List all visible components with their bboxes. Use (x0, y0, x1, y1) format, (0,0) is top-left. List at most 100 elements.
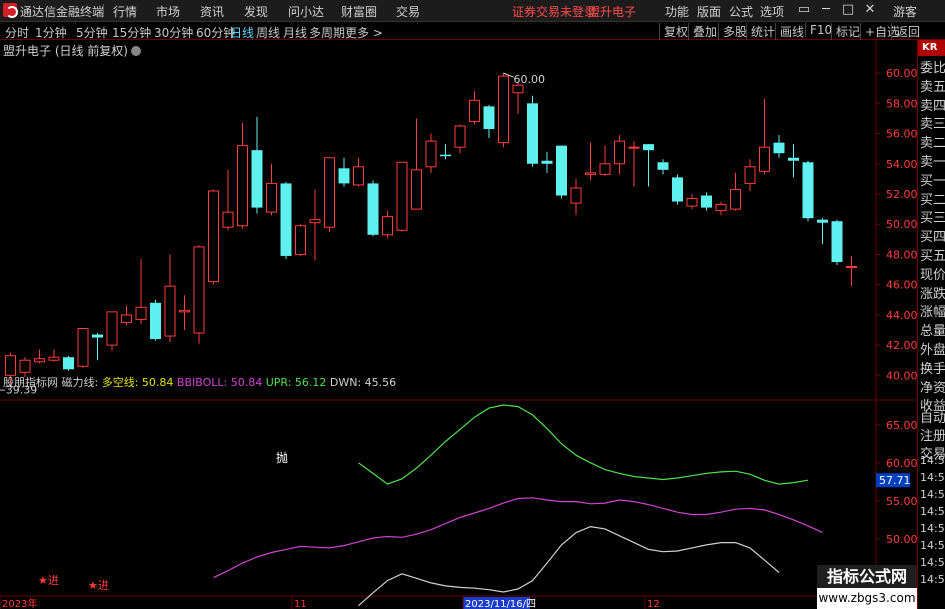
tool-adjust[interactable]: 复权 (659, 23, 688, 40)
candle-body (367, 183, 379, 235)
period-1min[interactable]: 1分钟 (35, 24, 67, 41)
menu-wealth[interactable]: 财富圈 (341, 3, 377, 20)
app-logo (3, 3, 18, 18)
login-notice[interactable]: 证券交易未登录 (512, 3, 596, 20)
side-trade-time: 14:55 (920, 454, 945, 467)
menu-markets[interactable]: 市场 (156, 3, 180, 20)
side-trade-time: 14:55 (920, 471, 945, 484)
user-guest[interactable]: 游客 (893, 3, 917, 20)
price-tick-label: 44.00 (886, 309, 917, 322)
settings-icon[interactable] (131, 46, 141, 56)
menu-news[interactable]: 资讯 (200, 3, 224, 20)
menu-functions[interactable]: 功能 (665, 3, 689, 20)
close-icon[interactable]: ✕ (862, 2, 878, 18)
candle-body (730, 188, 741, 210)
menu-divider (103, 4, 104, 17)
indicator-duo-label: 多空线: 50.84 (101, 376, 174, 389)
side-trade-time: 14:56 (920, 505, 945, 518)
candle-body (802, 162, 814, 219)
high-price-label: 60.00 (514, 73, 546, 86)
tool-multi-stock[interactable]: 多股 (718, 23, 747, 40)
side-field-label: 卖二 (920, 136, 945, 152)
period-intraday[interactable]: 分时 (5, 24, 29, 41)
candle-body (817, 219, 828, 223)
indicator-dwn-label: DWN: 45.56 (329, 376, 397, 389)
candle-body (411, 169, 422, 210)
menu-layout[interactable]: 版面 (697, 3, 721, 20)
tool-draw[interactable]: 画线 (775, 23, 804, 40)
candle-body (222, 211, 234, 228)
side-field-label: 委比 (920, 61, 945, 76)
period-15min[interactable]: 15分钟 (112, 24, 151, 41)
menu-assistant[interactable]: 问小达 (288, 3, 324, 20)
period-daily[interactable]: 日线 (230, 24, 254, 41)
tool-overlay[interactable]: 叠加 (688, 23, 717, 40)
candle-body (396, 161, 408, 231)
side-trade-time: 14:56 (920, 488, 945, 501)
top-menu-bar: 通达信金融终端 行情 市场 资讯 发现 问小达 财富圈 交易 证券交易未登录 盟… (0, 0, 945, 22)
period-more[interactable]: 更多 > (345, 24, 383, 41)
candle-body (715, 204, 727, 212)
price-tick-label: 40.00 (886, 369, 917, 382)
maximize-icon[interactable]: □ (840, 2, 856, 18)
candle-body (353, 166, 364, 186)
menu-formula[interactable]: 公式 (729, 3, 753, 20)
candle-body (34, 358, 45, 363)
tool-back[interactable]: 返回 (891, 23, 920, 40)
side-trade-time: 14:56 (920, 556, 945, 569)
period-monthly[interactable]: 月线 (283, 24, 307, 41)
indicator-name[interactable]: 股朋指标网 磁力线: (3, 376, 98, 389)
period-5min[interactable]: 5分钟 (76, 24, 108, 41)
expand-icon[interactable]: ▭ (796, 2, 812, 18)
side-tab[interactable]: KR (918, 40, 945, 56)
side-field-label: 买三 (920, 211, 945, 227)
menu-market[interactable]: 行情 (113, 3, 137, 20)
candle-body (628, 146, 640, 149)
side-field-label: 买二 (920, 192, 945, 208)
candle-body (643, 144, 654, 151)
indicator-tick-label: 65.00 (886, 419, 917, 432)
candle-body (295, 225, 306, 255)
price-tick-label: 48.00 (886, 248, 917, 261)
period-30min[interactable]: 30分钟 (154, 24, 193, 41)
period-weekly[interactable]: 周线 (256, 24, 280, 41)
side-trade-time: 14:56 (920, 573, 945, 586)
menu-discover[interactable]: 发现 (244, 3, 268, 20)
side-field-label: 卖一 (920, 155, 945, 170)
candle-body (831, 221, 843, 262)
candle-body (527, 103, 538, 164)
candle-body (541, 160, 553, 164)
side-field-label: 买四 (920, 230, 945, 246)
menu-trade[interactable]: 交易 (396, 3, 420, 20)
candle-body (106, 311, 118, 346)
candle-body (425, 140, 437, 168)
period-toolbar: 分时 1分钟 5分钟 15分钟 30分钟 60分钟 日线 周线 月线 多周期 更… (0, 22, 945, 40)
side-field-label: 注册 (920, 429, 945, 444)
indicator-header: 股朋指标网 磁力线: 多空线: 50.84 BBIBOLL: 50.84 UPR… (3, 374, 396, 390)
candle-body (150, 302, 161, 340)
indicator-line-upr (358, 404, 809, 485)
candle-body (585, 172, 596, 175)
chart-area[interactable]: 60.00 58.00 56.00 54.00 52.00 50.00 48.00 46.00… (0, 40, 917, 609)
sell-annotation: 抛 (276, 450, 288, 465)
indicator-bbi-label: BBIBOLL: 50.84 (176, 376, 263, 389)
minimize-icon[interactable]: ─ (818, 2, 834, 18)
period-multi[interactable]: 多周期 (309, 24, 345, 41)
candle-body (382, 216, 393, 236)
candle-body (614, 140, 625, 165)
current-value-text: 57.71 (879, 474, 911, 487)
candle-body (570, 187, 582, 204)
side-field-label: 外盘 (920, 343, 945, 358)
candle-body (759, 146, 770, 172)
chart-title: 盟升电子 (日线 前复权) (3, 42, 141, 59)
tool-mark[interactable]: 标记 (831, 23, 860, 40)
price-tick-label: 50.00 (886, 218, 917, 231)
tool-f10[interactable]: F10 (805, 23, 832, 37)
watermark-title: 指标公式网 (817, 565, 917, 589)
tool-stats[interactable]: 统计 (746, 23, 775, 40)
candle-body (280, 183, 292, 256)
candle-body (251, 150, 263, 208)
menu-options[interactable]: 选项 (760, 3, 784, 20)
side-trade-time: 14:56 (920, 522, 945, 535)
side-field-label: 总量 (920, 324, 945, 340)
